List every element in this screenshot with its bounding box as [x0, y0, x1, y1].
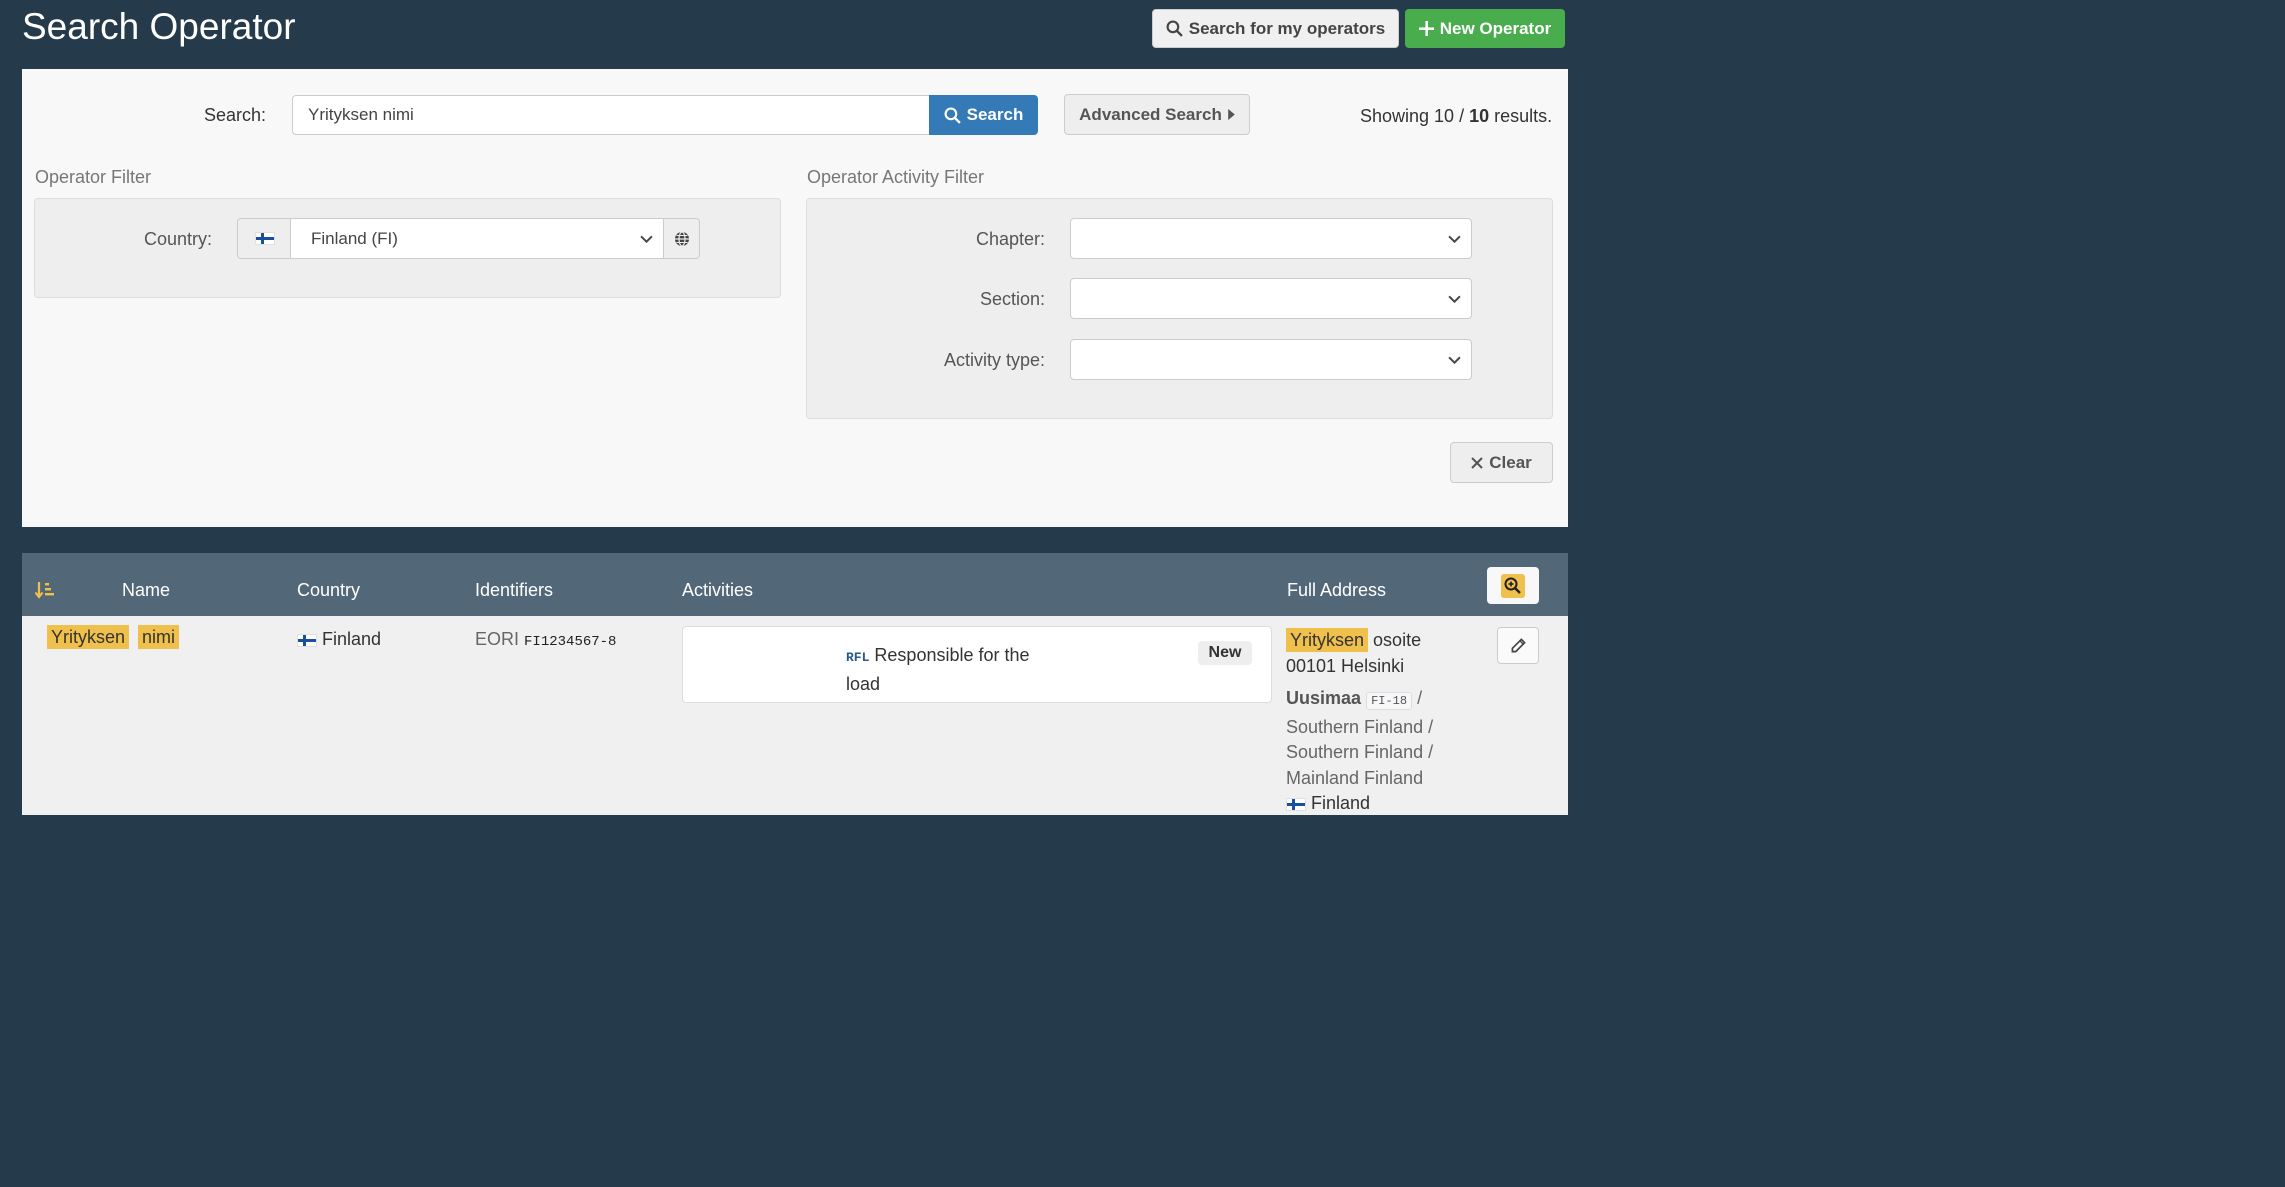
page-title: Search Operator [22, 6, 296, 47]
identifier-type: EORI [475, 629, 520, 649]
table-row-country: Finland [297, 629, 381, 650]
clear-button[interactable]: Clear [1450, 442, 1553, 483]
chevron-down-icon [1448, 235, 1461, 243]
search-label: Search: [204, 105, 267, 125]
plus-icon [1418, 21, 1434, 36]
search-my-operators-label: Search for my operators [1188, 18, 1386, 38]
section-select[interactable] [1070, 278, 1472, 319]
finland-flag-icon [1286, 797, 1306, 811]
column-header-identifiers[interactable]: Identifiers [475, 580, 553, 601]
name-highlight-2: nimi [138, 625, 180, 649]
column-header-country[interactable]: Country [297, 580, 360, 601]
country-flag-addon [237, 218, 291, 259]
section-label: Section: [979, 289, 1045, 309]
country-select[interactable]: Finland (FI) [290, 218, 664, 259]
table-row-region: Uusimaa FI-18 / Southern Finland / South… [1286, 686, 1433, 817]
finland-flag-icon [254, 232, 275, 245]
address-highlight: Yrityksen [1286, 628, 1369, 652]
region-line-2: Southern Finland / [1286, 716, 1434, 737]
clear-label: Clear [1489, 452, 1532, 472]
column-header-address[interactable]: Full Address [1287, 580, 1386, 601]
sort-amount-icon[interactable] [34, 581, 55, 604]
search-button[interactable]: Search [929, 95, 1038, 135]
chevron-down-icon [640, 235, 653, 243]
country-select-value: Finland (FI) [311, 228, 398, 248]
table-row-country-name: Finland [322, 629, 382, 649]
table-row-identifier: EORI FI1234567-8 [475, 629, 616, 650]
table-row-address: Yrityksen osoite 00101 Helsinki [1286, 627, 1421, 679]
zoom-in-button[interactable] [1487, 567, 1539, 604]
region-line-4: Mainland Finland [1286, 767, 1424, 788]
globe-icon [674, 230, 689, 247]
region-name: Uusimaa [1286, 688, 1362, 708]
region-code: FI-18 [1366, 692, 1413, 710]
activity-type-label: Activity type: [943, 350, 1045, 370]
name-highlight-1: Yrityksen [47, 625, 130, 649]
new-operator-label: New Operator [1439, 18, 1552, 38]
results-total: 10 [1469, 106, 1490, 126]
chevron-down-icon [1448, 356, 1461, 364]
advanced-search-label: Advanced Search [1079, 104, 1222, 124]
search-icon [1166, 20, 1183, 37]
results-suffix: results. [1489, 106, 1553, 126]
pencil-icon [1511, 638, 1526, 653]
column-header-activities[interactable]: Activities [682, 580, 753, 601]
status-badge: New [1198, 641, 1252, 665]
region-separator: / [1417, 688, 1423, 708]
activity-description: RFL Responsible for the load [846, 642, 1030, 697]
activity-filter-title: Operator Activity Filter [807, 167, 985, 187]
activity-code: RFL [846, 650, 870, 665]
address-postal-city: 00101 Helsinki [1286, 656, 1405, 676]
region-line-3: Southern Finland / [1286, 742, 1434, 762]
activity-line-1: Responsible for the [874, 645, 1030, 665]
zoom-in-icon [1501, 573, 1525, 598]
close-icon [1471, 456, 1483, 469]
country-label: Country: [143, 229, 212, 249]
caret-right-icon [1228, 109, 1235, 120]
activity-type-select[interactable] [1070, 339, 1472, 380]
edit-button[interactable] [1497, 627, 1539, 664]
address-rest: osoite [1373, 630, 1422, 650]
chapter-select[interactable] [1070, 218, 1472, 259]
results-count: Showing 10 / 10 results. [1360, 106, 1552, 127]
search-input[interactable]: Yrityksen nimi [292, 95, 929, 135]
chapter-label: Chapter: [975, 229, 1045, 249]
table-row-name[interactable]: Yrityksen nimi [47, 625, 180, 649]
search-icon [944, 107, 961, 124]
country-globe-button[interactable] [663, 218, 700, 259]
identifier-value: FI1234567-8 [524, 634, 617, 650]
new-operator-button[interactable]: New Operator [1405, 9, 1565, 48]
address-country: Finland [1311, 793, 1371, 813]
finland-flag-icon [297, 633, 317, 647]
search-my-operators-button[interactable]: Search for my operators [1152, 9, 1399, 48]
search-button-label: Search [966, 105, 1024, 124]
operator-filter-title: Operator Filter [35, 167, 152, 187]
chevron-down-icon [1448, 295, 1461, 303]
column-header-name[interactable]: Name [122, 580, 170, 601]
activity-line-2: load [846, 674, 881, 694]
results-prefix: Showing 10 / [1360, 106, 1470, 126]
advanced-search-button[interactable]: Advanced Search [1064, 94, 1250, 135]
